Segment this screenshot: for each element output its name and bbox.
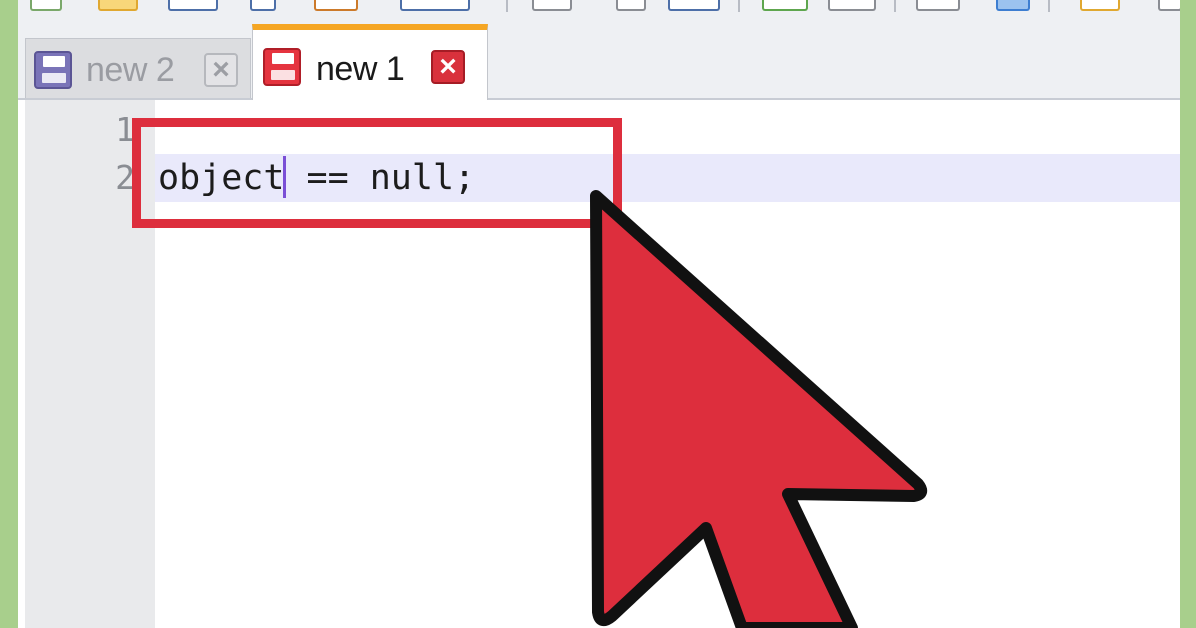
notepad-plus-plus-window: new 2 × new 1 × 1 2 object == null;: [0, 0, 1196, 628]
mouse-pointer-icon: [590, 190, 928, 628]
annotation-arrow-pointer: [590, 190, 928, 628]
